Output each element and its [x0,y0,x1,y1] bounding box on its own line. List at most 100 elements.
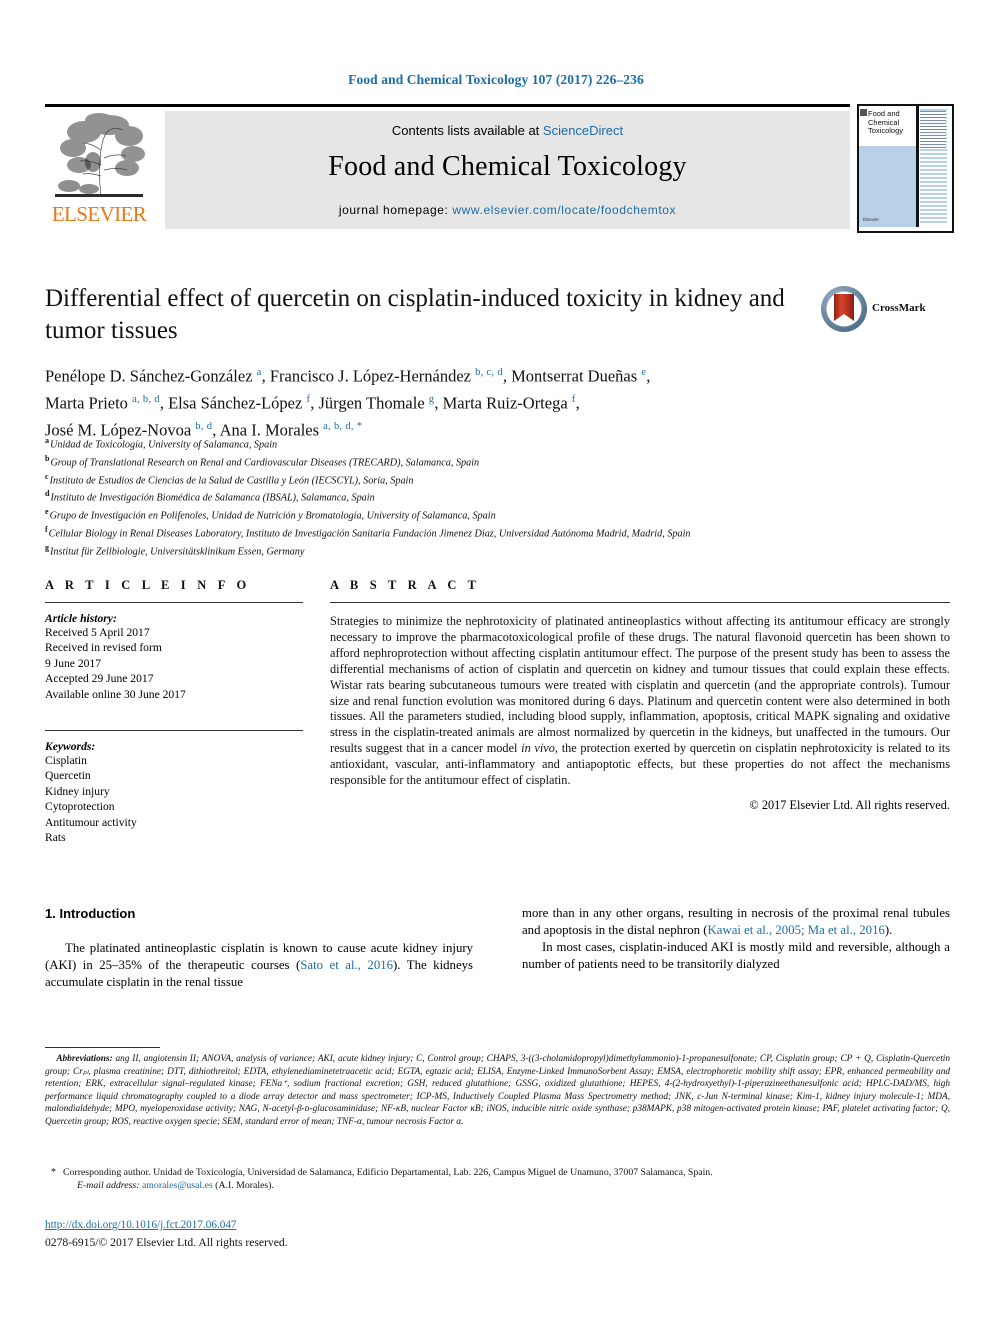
doi-link[interactable]: http://dx.doi.org/10.1016/j.fct.2017.06.… [45,1219,237,1231]
corresponding-star-marker: * [51,1167,56,1178]
abstract-part-1: Strategies to minimize the nephrotoxicit… [330,614,950,756]
contents-available-line: Contents lists available at ScienceDirec… [165,123,850,138]
affiliation-mark: a [45,436,49,445]
corresponding-author-note: * Corresponding author. Unidad de Toxico… [45,1166,950,1193]
cover-title-area: Food and Chemical Toxicology [859,106,916,146]
article-history-item: Accepted 29 June 2017 [45,672,154,686]
affiliation-text: Instituto de Investigación Biomédica de … [50,492,375,504]
cover-back-panel [919,106,948,227]
cover-logo-square [860,109,867,116]
affiliation-text: Cellular Biology in Renal Diseases Labor… [48,528,691,540]
abbreviations-label: Abbreviations: [56,1054,113,1064]
author-line-2: Marta Prieto a, b, d, Elsa Sánchez-López… [45,388,875,415]
author-name: , Marta Ruiz-Ortega [434,393,572,413]
author-name: , [646,366,651,386]
journal-banner: Contents lists available at ScienceDirec… [165,111,850,229]
crossmark-icon [820,285,868,333]
issn-copyright-line: 0278-6915/© 2017 Elsevier Ltd. All right… [45,1236,288,1249]
author-name: , Elsa Sánchez-López [159,393,307,413]
affiliation-list: aUnidad de Toxicología, University of Sa… [45,434,945,559]
contents-prefix: Contents lists available at [391,123,543,138]
author-affil-mark: a, b, d [132,394,160,405]
author-affil-mark: b, d [195,421,213,432]
email-address-label: E-mail address: [77,1180,140,1192]
elsevier-wordmark: ELSEVIER [51,202,147,226]
keywords-rule [45,730,303,732]
keywords-block: Keywords: Cisplatin Quercetin Kidney inj… [45,730,303,845]
email-link[interactable]: amorales@usal.es [142,1180,213,1191]
header-top-rule [45,104,850,107]
author-name: , Francisco J. López-Hernández [261,366,476,386]
introduction-heading: 1. Introduction [45,906,136,921]
body-column-left: 1. Introduction The platinated antineopl… [45,905,473,991]
article-history-title: Article history: [45,612,117,625]
abbreviations-note: Abbreviations: ang II, angiotensin II; A… [45,1053,950,1129]
intro-text-d: ). [884,923,893,937]
cover-journal-title: Food and Chemical Toxicology [868,109,904,135]
affiliation-item: dInstituto de Investigación Biomédica de… [45,487,945,505]
article-history-item: Received in revised form [45,641,162,655]
article-info-column: A R T I C L E I N F O Article history: R… [45,578,303,845]
abstract-column: A B S T R A C T Strategies to minimize t… [330,578,950,813]
cover-front-panel: Food and Chemical Toxicology Elsevier [859,106,916,227]
keyword-item: Antitumour activity [45,815,137,829]
email-suffix: (A.I. Morales). [212,1180,274,1192]
crossmark-badge-group[interactable]: CrossMark [820,285,950,335]
author-affil-mark: b, c, d [475,367,503,378]
cover-blue-field: Elsevier [859,146,916,227]
author-affil-mark-corresponding: a, b, d, * [323,421,363,432]
abbreviations-text: ang II, angiotensin II; ANOVA, analysis … [45,1054,951,1127]
journal-header-band: ELSEVIER Contents lists available at Sci… [45,104,954,233]
introduction-paragraph-1-cont: more than in any other organs, resulting… [522,905,950,939]
journal-article-page: Food and Chemical Toxicology 107 (2017) … [0,0,992,1323]
author-list: Penélope D. Sánchez-González a , Francisc… [45,361,875,442]
affiliation-mark: d [45,489,50,499]
affiliation-mark: e [45,507,49,517]
affiliation-text: Instituto de Estudios de Ciencias de la … [49,474,414,486]
affiliation-mark: f [45,524,48,534]
citation-link[interactable]: Kawai et al., 2005; Ma et al., 2016 [708,923,885,937]
introduction-paragraph-2: In most cases, cisplatin-induced AKI is … [522,940,950,971]
affiliation-text: Group of Translational Research on Renal… [50,457,480,469]
footnote-separator-rule [45,1047,160,1048]
journal-cover-thumbnail: Food and Chemical Toxicology Elsevier [857,104,954,233]
cover-publisher-mark: Elsevier [863,217,880,222]
affiliation-item: bGroup of Translational Research on Rena… [45,452,945,470]
affiliation-mark: g [45,542,49,552]
affiliation-item: gInstitut für Zellbiologie, Universitäts… [45,541,945,559]
abstract-heading: A B S T R A C T [330,578,481,592]
affiliation-text: Unidad de Toxicología, University of Sal… [50,439,278,451]
body-columns: 1. Introduction The platinated antineopl… [45,905,950,1025]
abstract-copyright: © 2017 Elsevier Ltd. All rights reserved… [749,797,950,812]
keyword-item: Kidney injury [45,784,110,798]
affiliation-item: eGrupo de Investigación en Polifenoles, … [45,505,945,523]
journal-title: Food and Chemical Toxicology [328,151,687,182]
affiliation-item: aUnidad de Toxicología, University of Sa… [45,434,945,452]
sciencedirect-link[interactable]: ScienceDirect [543,123,623,138]
citation-link[interactable]: Sato et al., 2016 [300,958,393,972]
author-name: , Jürgen Thomale [310,393,429,413]
affiliation-mark: b [45,453,50,463]
author-line-1: Penélope D. Sánchez-González a, Francisc… [45,361,875,388]
article-info-heading: A R T I C L E I N F O [45,578,251,592]
author-name: , Montserrat Dueñas [502,366,642,386]
keyword-item: Cisplatin [45,754,87,768]
author-name: Marta Prieto [45,393,133,413]
affiliation-text: Institut für Zellbiologie, Universitätsk… [50,546,305,558]
elsevier-logo: ELSEVIER [45,110,153,229]
author-name: , [575,393,580,413]
homepage-url-link[interactable]: www.elsevier.com/locate/foodchemtox [452,203,676,217]
abstract-italic-phrase: in vivo [521,741,555,756]
journal-homepage-line: journal homepage: www.elsevier.com/locat… [165,203,850,217]
corresponding-author-text: Corresponding author. Unidad de Toxicolo… [63,1167,713,1178]
introduction-paragraph-1: The platinated antineoplastic cisplatin … [45,940,473,991]
affiliation-item: cInstituto de Estudios de Ciencias de la… [45,470,945,488]
crossmark-label: CrossMark [872,302,926,314]
article-history-item: Received 5 April 2017 [45,626,150,639]
keyword-item: Quercetin [45,769,91,783]
cover-toc-text-block [920,111,946,149]
article-history-item: 9 June 2017 [45,656,102,670]
running-head: Food and Chemical Toxicology 107 (2017) … [348,72,644,87]
author-name: Penélope D. Sánchez-González [45,366,257,386]
abstract-body: Strategies to minimize the nephrotoxicit… [330,614,950,789]
